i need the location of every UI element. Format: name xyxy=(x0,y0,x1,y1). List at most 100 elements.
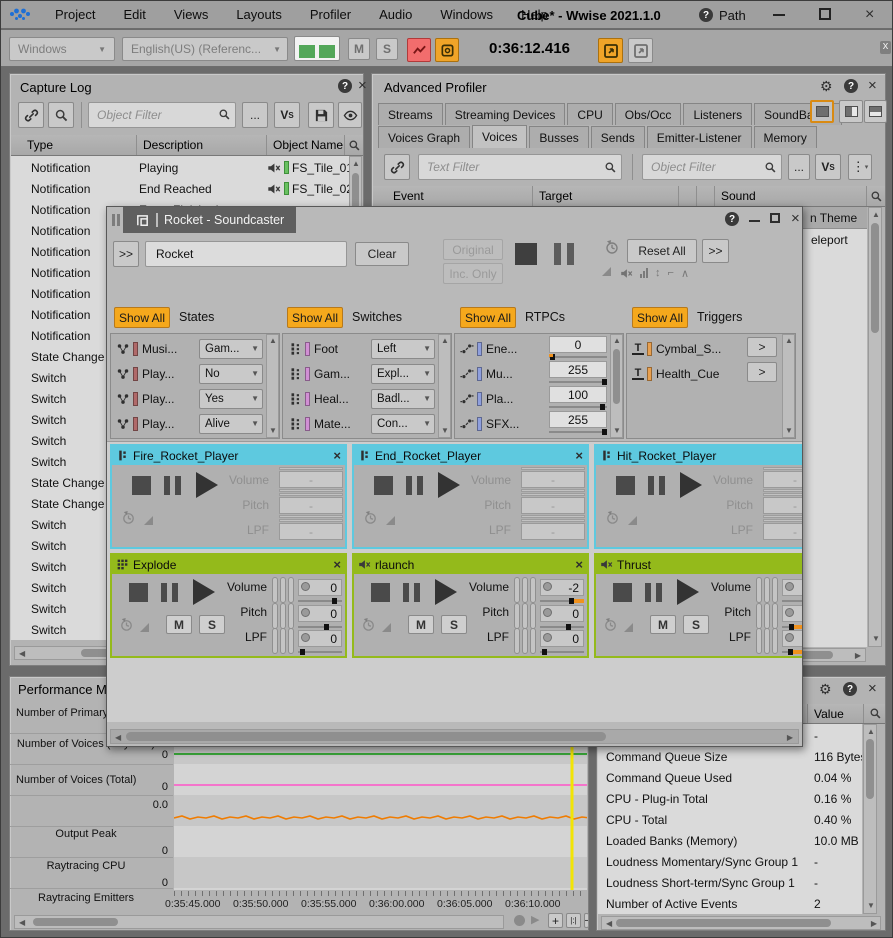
rtpc-row[interactable]: SFX... 255 xyxy=(457,411,609,436)
param-slider[interactable] xyxy=(782,626,803,628)
pitch-arrows-icon[interactable]: ↕ xyxy=(655,267,661,279)
triggers-show-all-button[interactable]: Show All xyxy=(632,307,688,328)
rtpc-slider[interactable] xyxy=(549,356,607,358)
fader-widget[interactable] xyxy=(280,603,286,629)
lpf-value[interactable]: - xyxy=(763,523,803,540)
column-description[interactable]: Description xyxy=(137,135,267,155)
menu-profiler[interactable]: Profiler xyxy=(296,7,365,22)
module-header[interactable]: End_Rocket_Player × xyxy=(354,446,587,465)
vertical-scrollbar[interactable]: ▲ ▼ xyxy=(266,334,279,438)
tab-voices[interactable]: Voices xyxy=(472,125,527,148)
rtpcs-show-all-button[interactable]: Show All xyxy=(460,307,516,328)
toolbar-dismiss-icon[interactable]: x xyxy=(880,41,891,54)
pause-button[interactable] xyxy=(164,476,181,495)
minimize-button[interactable] xyxy=(773,14,785,16)
stat-row[interactable]: Loudness Momentary/Sync Group 1- xyxy=(598,851,862,872)
scroll-down-icon[interactable]: ▼ xyxy=(613,427,621,435)
stat-row[interactable]: Loudness Short-term/Sync Group 1- xyxy=(598,872,862,893)
scroll-up-icon[interactable]: ▲ xyxy=(867,728,875,736)
scrollbar-thumb[interactable] xyxy=(33,918,118,926)
fader-widget[interactable] xyxy=(756,603,762,629)
param-slider[interactable] xyxy=(298,626,342,628)
expander-triangle-icon[interactable] xyxy=(386,516,395,525)
fader-widget[interactable] xyxy=(514,603,520,629)
delay-clock-icon[interactable] xyxy=(605,510,620,525)
horizontal-scrollbar[interactable]: ◀ ▶ xyxy=(110,729,799,744)
rtpc-row[interactable]: Mu... 255 xyxy=(457,361,609,386)
rtpc-value-box[interactable]: 255 xyxy=(549,411,607,428)
pitch-value[interactable]: 0 xyxy=(298,605,342,622)
tab-busses[interactable]: Busses xyxy=(529,126,588,148)
switch-row[interactable]: Gam... Expl...▼ xyxy=(285,361,437,386)
lpf-value[interactable]: 0 xyxy=(298,630,342,647)
lpf-value[interactable]: - xyxy=(279,523,343,540)
spinner-line[interactable] xyxy=(521,489,585,492)
close-panel-icon[interactable]: × xyxy=(868,681,877,696)
pause-button[interactable] xyxy=(403,583,420,602)
knob-icon[interactable] xyxy=(785,633,794,642)
switch-value-dropdown[interactable]: Left▼ xyxy=(371,339,435,359)
stop-button[interactable] xyxy=(371,583,390,602)
lpf-curve-icon[interactable]: ⌐ xyxy=(668,267,674,279)
rtpc-row[interactable]: Ene... 0 xyxy=(457,336,609,361)
fader-widget[interactable] xyxy=(530,577,536,603)
param-slider[interactable] xyxy=(782,600,803,602)
scroll-down-icon[interactable]: ▼ xyxy=(269,427,277,435)
slider-handle[interactable] xyxy=(542,649,547,655)
switch-row[interactable]: Mate... Con...▼ xyxy=(285,411,437,436)
pitch-value[interactable]: -1 xyxy=(782,605,803,622)
maximize-button[interactable] xyxy=(819,8,831,20)
scroll-left-icon[interactable]: ◀ xyxy=(19,919,25,927)
fader-widget[interactable] xyxy=(764,628,770,654)
state-value-dropdown[interactable]: Alive▼ xyxy=(199,414,263,434)
scrollbar-thumb[interactable] xyxy=(871,223,879,333)
scroll-right-icon[interactable]: ▶ xyxy=(787,734,793,742)
knob-icon[interactable] xyxy=(301,582,310,591)
slider-handle[interactable] xyxy=(300,649,305,655)
pause-button[interactable] xyxy=(406,476,423,495)
scroll-down-icon[interactable]: ▼ xyxy=(872,635,880,643)
volume-value[interactable]: 0 xyxy=(298,579,342,596)
menu-edit[interactable]: Edit xyxy=(109,7,159,22)
spinner-line[interactable] xyxy=(763,489,803,492)
close-panel-icon[interactable]: × xyxy=(868,78,877,93)
clear-button[interactable]: Clear xyxy=(355,242,409,266)
knob-icon[interactable] xyxy=(301,633,310,642)
drag-handle-icon[interactable] xyxy=(112,214,115,226)
fader-widget[interactable] xyxy=(288,603,294,629)
object-filter-input[interactable] xyxy=(88,102,236,128)
zoom-out-button[interactable]: − xyxy=(584,913,589,928)
scroll-left-icon[interactable]: ◀ xyxy=(19,650,25,658)
language-selector[interactable]: English(US) (Referenc... ▼ xyxy=(122,37,288,61)
search-button[interactable] xyxy=(48,102,74,128)
switches-show-all-button[interactable]: Show All xyxy=(287,307,343,328)
scrollbar-thumb[interactable] xyxy=(613,349,620,404)
stop-button[interactable] xyxy=(129,583,148,602)
mute-button[interactable]: M xyxy=(348,38,370,60)
scroll-up-icon[interactable]: ▲ xyxy=(441,337,449,345)
spinner-line[interactable] xyxy=(763,467,803,470)
fader-widget[interactable] xyxy=(772,603,778,629)
trigger-row[interactable]: T Cymbal_S... > xyxy=(629,336,781,361)
param-slider[interactable] xyxy=(540,651,584,653)
menu-views[interactable]: Views xyxy=(160,7,222,22)
param-slider[interactable] xyxy=(298,600,342,602)
tab-streams[interactable]: Streams xyxy=(378,103,443,125)
scrollbar-thumb[interactable] xyxy=(126,732,606,741)
states-show-all-button[interactable]: Show All xyxy=(114,307,170,328)
spinner-line[interactable] xyxy=(763,515,803,518)
delay-clock-icon[interactable] xyxy=(121,510,136,525)
tab-listeners[interactable]: Listeners xyxy=(683,103,752,125)
fader-widget[interactable] xyxy=(288,577,294,603)
spinner-line[interactable] xyxy=(279,493,343,496)
filter-toggle-button[interactable]: VS xyxy=(815,154,841,180)
rtpc-row[interactable]: Pla... 100 xyxy=(457,386,609,411)
knob-icon[interactable] xyxy=(543,633,552,642)
spinner-line[interactable] xyxy=(521,519,585,522)
zoom-in-button[interactable]: + xyxy=(548,913,563,928)
help-icon[interactable]: ? xyxy=(843,682,857,696)
search-column-icon[interactable] xyxy=(870,190,883,203)
platform-selector[interactable]: Windows ▼ xyxy=(9,37,115,61)
spinner-line[interactable] xyxy=(279,515,343,518)
rtpc-slider[interactable] xyxy=(549,406,607,408)
